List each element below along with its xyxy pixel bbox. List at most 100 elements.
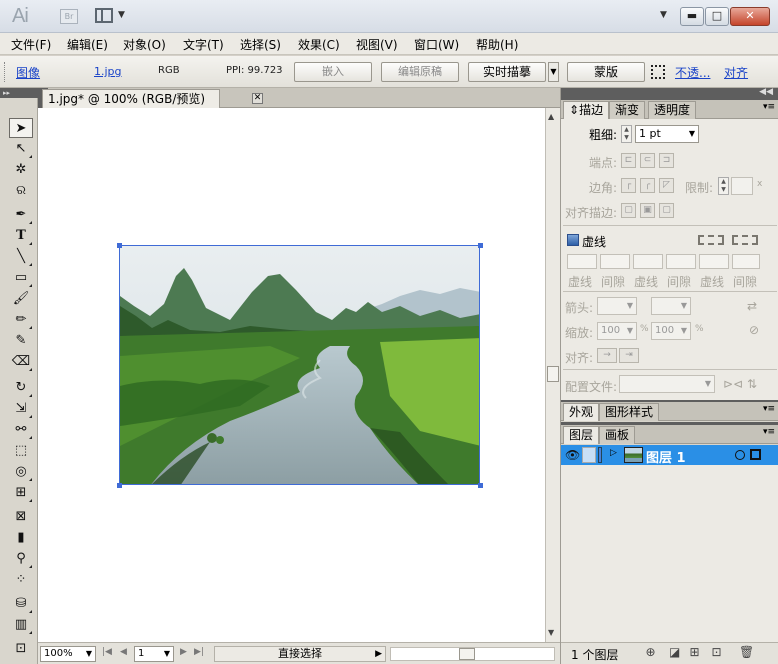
collapse-panels-icon[interactable]: ◀◀ [759,87,773,97]
weight-stepper[interactable]: ▲ ▼ [621,125,632,143]
artboard-tool-icon[interactable]: ⊡ [9,639,33,659]
butt-cap-icon[interactable]: ⊏ [621,153,636,168]
line-tool-icon[interactable]: ╲ [9,247,33,267]
mesh-tool-icon[interactable]: ⊠ [9,507,33,527]
maximize-button[interactable]: □ [705,7,729,26]
dash-preserve-icon[interactable] [698,235,724,245]
end-scale-field[interactable]: 100 ▼ [651,322,691,340]
gap-field-2[interactable] [666,254,696,269]
type-tool-icon[interactable]: T [9,226,33,246]
isolate-icon[interactable] [651,65,665,79]
minimize-button[interactable]: ▬ [680,7,704,26]
gap-field-3[interactable] [732,254,760,269]
menu-object[interactable]: 对象(O) [123,36,166,53]
magic-wand-tool-icon[interactable]: ✲ [9,160,33,180]
symbol-sprayer-tool-icon[interactable]: ⛁ [9,594,33,614]
projecting-cap-icon[interactable]: ⊐ [659,153,674,168]
artboard-select[interactable]: 1 ▼ [134,646,174,662]
menu-type[interactable]: 文字(T) [183,36,224,53]
tab-transparency[interactable]: 透明度 [648,101,697,119]
eraser-tool-icon[interactable]: ⌫ [9,352,33,372]
vertical-scrollbar[interactable]: ▲ ▼ [545,108,560,642]
blend-tool-icon[interactable]: ⁘ [9,570,33,590]
target-circle-icon[interactable] [735,450,745,460]
mask-button[interactable]: 蒙版 [567,62,645,82]
dash-align-corners-icon[interactable] [732,235,758,245]
expand-triangle-icon[interactable]: ▷ [610,448,617,458]
start-scale-field[interactable]: 100 ▼ [597,322,637,340]
start-arrowhead-select[interactable]: ▼ [597,297,637,315]
tab-stroke[interactable]: ⇕描边 [563,101,610,119]
bounding-handle[interactable] [117,243,122,248]
direct-selection-tool-icon[interactable]: ↖ [9,139,33,159]
close-button[interactable]: ✕ [730,7,770,26]
menu-select[interactable]: 选择(S) [240,36,281,53]
rotate-tool-icon[interactable]: ↻ [9,378,33,398]
weight-select[interactable]: 1 pt ▼ [635,125,699,143]
lasso-tool-icon[interactable]: ର [9,181,33,201]
visibility-eye-icon[interactable]: 👁 [565,448,580,462]
bounding-handle[interactable] [478,483,483,488]
limit-stepper[interactable]: ▲ ▼ [718,177,729,195]
rectangle-tool-icon[interactable]: ▭ [9,268,33,288]
tab-gradient[interactable]: 渐变 [609,101,646,119]
document-canvas[interactable] [38,108,545,642]
menu-edit[interactable]: 编辑(E) [67,36,108,53]
dash-field-2[interactable] [633,254,663,269]
layer-row[interactable]: 👁 ▷ 图层 1 [561,445,778,466]
round-cap-icon[interactable]: ⊂ [640,153,655,168]
layer-name[interactable]: 图层 1 [646,447,686,466]
swap-arrowheads-icon[interactable]: ⇄ [747,299,757,313]
tab-artboards[interactable]: 画板 [599,426,636,444]
object-type-link[interactable]: 图像 [16,64,40,81]
end-arrowhead-select[interactable]: ▼ [651,297,691,315]
dash-field-1[interactable] [567,254,597,269]
vertical-scroll-thumb[interactable] [547,366,559,382]
align-outside-icon[interactable]: ▢ [659,203,674,218]
bounding-handle[interactable] [117,483,122,488]
live-trace-options-icon[interactable]: ▼ [548,62,559,82]
live-trace-button[interactable]: 实时描摹 [468,62,546,82]
align-inside-icon[interactable]: ▣ [640,203,655,218]
zoom-select[interactable]: 100% ▼ [40,646,96,662]
menu-view[interactable]: 视图(V) [356,36,398,53]
new-layer-icon[interactable]: ⊡ [711,646,722,658]
filename-link[interactable]: 1.jpg [94,65,122,78]
horizontal-scrollbar[interactable] [390,647,555,661]
delete-layer-icon[interactable]: 🗑 [739,646,754,658]
limit-field[interactable] [731,177,753,195]
panel-menu-icon[interactable]: ▾≡ [763,102,775,112]
horizontal-scroll-thumb[interactable] [459,648,475,660]
warp-tool-icon[interactable]: ⚯ [9,420,33,440]
arrow-extend-icon[interactable]: → [597,348,617,363]
profile-select[interactable]: ▼ [619,375,715,393]
selection-indicator-icon[interactable] [750,449,761,460]
first-artboard-icon[interactable]: |◀ [102,647,112,657]
link-scale-icon[interactable]: ⊘ [749,323,759,337]
document-tab[interactable]: 1.jpg* @ 100% (RGB/预览) ✕ [42,89,263,108]
flip-vertical-icon[interactable]: ⇅ [747,377,757,391]
menu-effect[interactable]: 效果(C) [298,36,340,53]
menu-help[interactable]: 帮助(H) [476,36,518,53]
lock-toggle[interactable] [582,447,596,463]
flip-horizontal-icon[interactable]: ⊳⊲ [723,377,743,391]
pen-tool-icon[interactable]: ✒ [9,205,33,225]
selection-tool-icon[interactable]: ➤ [9,118,33,138]
gap-field-1[interactable] [600,254,630,269]
menu-file[interactable]: 文件(F) [11,36,51,53]
embed-button[interactable]: 嵌入 [294,62,372,82]
workspace-layout-icon[interactable] [95,8,113,23]
eyedropper-tool-icon[interactable]: ⚲ [9,549,33,569]
workspace-dropdown-icon[interactable]: ▼ [660,10,667,20]
control-bar-grip[interactable] [4,62,7,82]
next-artboard-icon[interactable]: ▶ [180,647,187,657]
align-link[interactable]: 对齐 [724,64,748,81]
opacity-link[interactable]: 不透... [675,64,710,81]
tab-layers[interactable]: 图层 [563,426,600,444]
panel-menu-icon[interactable]: ▾≡ [763,404,775,414]
clipping-mask-icon[interactable]: ◪ [669,646,680,658]
last-artboard-icon[interactable]: ▶| [194,647,204,657]
tools-panel-header[interactable]: ▸▸ [0,88,38,98]
bridge-button[interactable]: Br [60,9,78,24]
status-tool-menu[interactable]: 直接选择 ▶ [214,646,386,662]
